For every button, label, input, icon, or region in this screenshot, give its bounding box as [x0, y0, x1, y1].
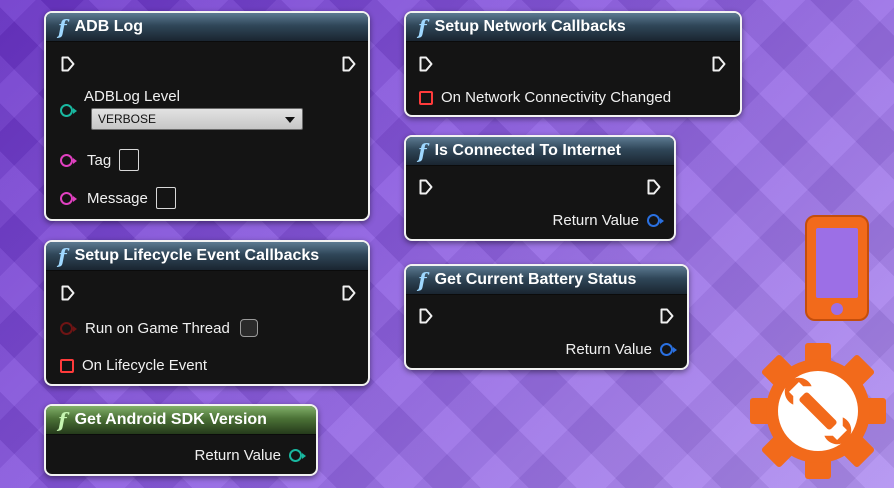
- run-on-game-thread-pin-icon[interactable]: [60, 321, 77, 335]
- exec-in-pin-icon[interactable]: [61, 56, 75, 72]
- adblog-level-dropdown[interactable]: VERBOSE: [91, 108, 303, 130]
- return-value-pin-icon[interactable]: [289, 449, 306, 462]
- return-value-row: Return Value: [194, 447, 306, 464]
- on-network-connectivity-changed-label: On Network Connectivity Changed: [441, 89, 672, 106]
- function-icon: f: [58, 408, 67, 432]
- node-title: Is Connected To Internet: [434, 142, 621, 159]
- run-on-game-thread-checkbox[interactable]: [239, 319, 258, 337]
- function-icon: f: [418, 15, 427, 39]
- node-title: Get Android SDK Version: [74, 411, 267, 428]
- return-value-row: Return Value: [552, 212, 664, 229]
- return-value-label: Return Value: [565, 341, 652, 358]
- delegate-pin-icon[interactable]: [60, 358, 74, 373]
- function-icon: f: [418, 139, 427, 163]
- node-header: f Is Connected To Internet: [406, 137, 674, 166]
- gear-wrench-icon: [749, 342, 887, 480]
- node-is-connected-to-internet[interactable]: f Is Connected To Internet Return Value: [404, 135, 676, 241]
- node-header: f Get Android SDK Version: [46, 406, 316, 435]
- node-adb-log[interactable]: f ADB Log ADBLog Level VERBOSE Tag Messa…: [44, 11, 370, 221]
- node-header: f Get Current Battery Status: [406, 266, 687, 295]
- node-get-current-battery-status[interactable]: f Get Current Battery Status Return Valu…: [404, 264, 689, 370]
- tag-row: Tag: [60, 149, 140, 171]
- on-lifecycle-event-row: On Lifecycle Event: [60, 357, 207, 374]
- message-pin-icon[interactable]: [60, 191, 77, 205]
- delegate-pin-icon[interactable]: [419, 90, 433, 105]
- exec-out-pin-icon[interactable]: [660, 308, 674, 324]
- exec-in-pin-icon[interactable]: [419, 179, 433, 195]
- return-value-row: Return Value: [565, 341, 677, 358]
- run-on-game-thread-row: Run on Game Thread: [60, 319, 258, 337]
- exec-in-pin-icon[interactable]: [419, 308, 433, 324]
- function-icon: f: [58, 15, 67, 39]
- function-icon: f: [418, 268, 427, 292]
- exec-out-pin-icon[interactable]: [647, 179, 661, 195]
- message-row: Message: [60, 187, 176, 209]
- tag-input-box[interactable]: [119, 149, 140, 171]
- return-value-pin-icon[interactable]: [660, 343, 677, 356]
- node-title: Get Current Battery Status: [434, 271, 637, 288]
- node-title: Setup Lifecycle Event Callbacks: [74, 247, 320, 264]
- on-network-connectivity-changed-row: On Network Connectivity Changed: [419, 89, 671, 106]
- message-label: Message: [87, 189, 148, 207]
- return-value-pin-icon[interactable]: [647, 214, 664, 227]
- node-title: ADB Log: [74, 18, 144, 35]
- on-lifecycle-event-label: On Lifecycle Event: [82, 357, 208, 374]
- node-setup-network-callbacks[interactable]: f Setup Network Callbacks On Network Con…: [404, 11, 742, 117]
- exec-in-pin-icon[interactable]: [61, 285, 75, 301]
- node-header: f ADB Log: [46, 13, 368, 42]
- return-value-label: Return Value: [552, 212, 639, 229]
- return-value-label: Return Value: [194, 447, 281, 464]
- node-header: f Setup Network Callbacks: [406, 13, 740, 42]
- phone-icon: [802, 212, 872, 324]
- node-title: Setup Network Callbacks: [434, 18, 626, 35]
- adblog-level-value: VERBOSE: [98, 112, 157, 126]
- message-input-box[interactable]: [155, 187, 176, 209]
- chevron-down-icon: [285, 117, 295, 123]
- exec-out-pin-icon[interactable]: [342, 56, 356, 72]
- exec-out-pin-icon[interactable]: [712, 56, 726, 72]
- tag-pin-icon[interactable]: [60, 153, 77, 167]
- node-setup-lifecycle[interactable]: f Setup Lifecycle Event Callbacks Run on…: [44, 240, 370, 386]
- adblog-level-label: ADBLog Level: [84, 88, 180, 105]
- function-icon: f: [58, 244, 67, 268]
- run-on-game-thread-label: Run on Game Thread: [85, 319, 230, 337]
- exec-out-pin-icon[interactable]: [342, 285, 356, 301]
- tag-label: Tag: [87, 151, 112, 169]
- exec-in-pin-icon[interactable]: [419, 56, 433, 72]
- node-header: f Setup Lifecycle Event Callbacks: [46, 242, 368, 271]
- adblog-level-pin-icon[interactable]: [60, 104, 77, 117]
- node-get-android-sdk-version[interactable]: f Get Android SDK Version Return Value: [44, 404, 318, 476]
